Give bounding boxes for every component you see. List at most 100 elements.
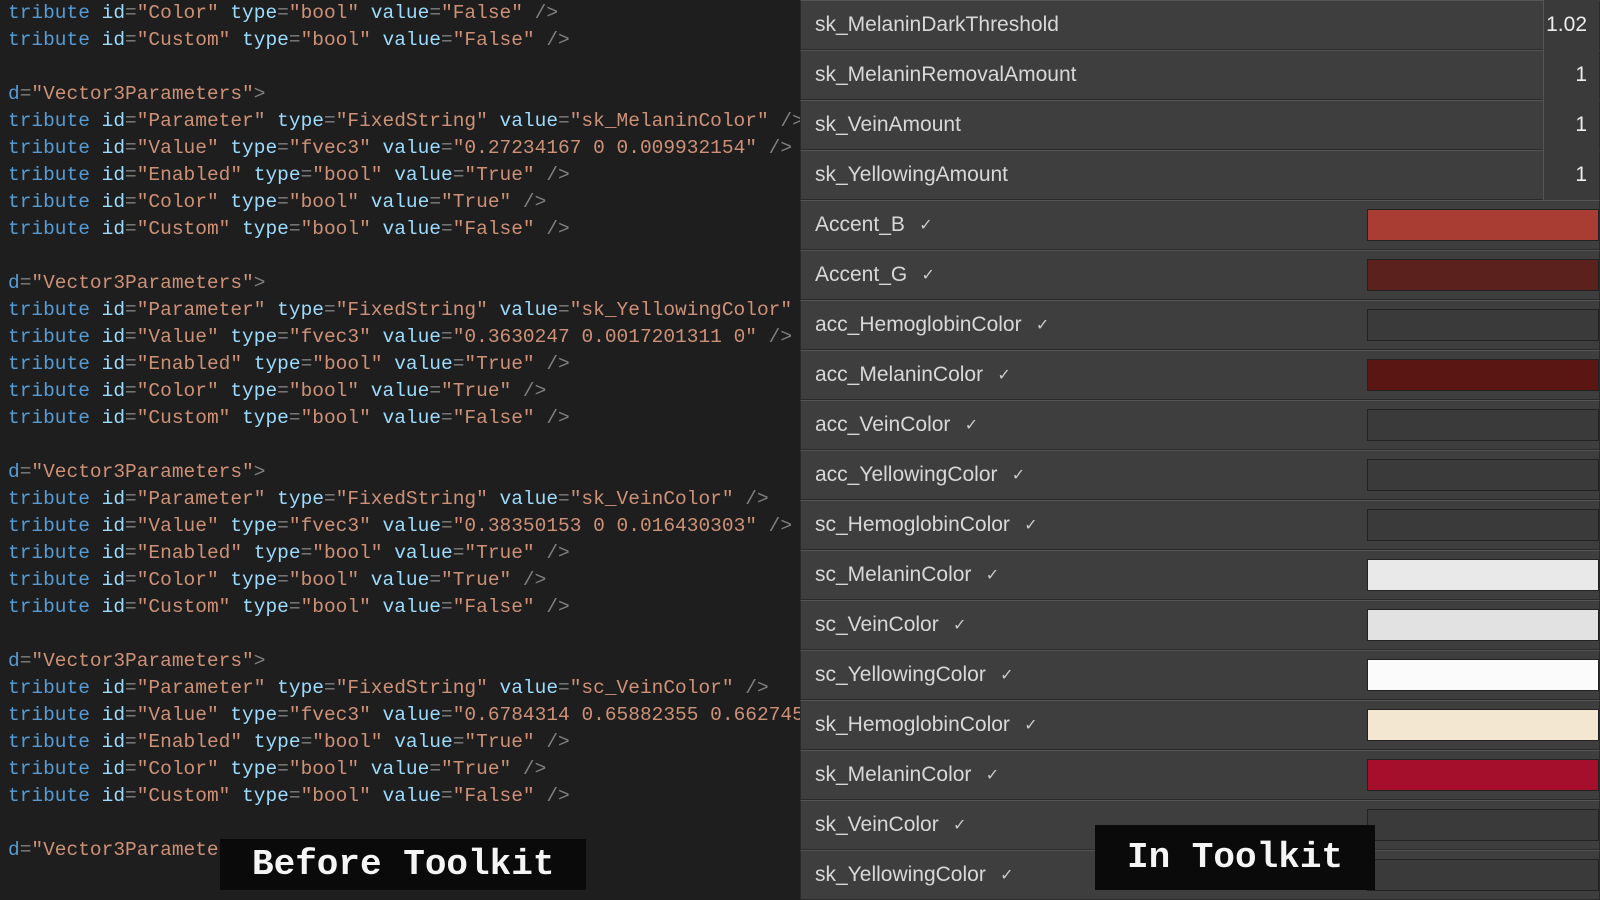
color-swatch[interactable] [1367, 859, 1599, 891]
code-line[interactable]: tribute id="Parameter" type="FixedString… [8, 675, 800, 702]
color-property-row[interactable]: sc_YellowingColor ✓ [800, 650, 1600, 700]
enabled-checkbox[interactable]: ✓ [983, 566, 1001, 584]
numeric-property-row[interactable]: sk_MelaninDarkThreshold 1.02 [800, 0, 1600, 50]
color-property-row[interactable]: sk_MelaninColor ✓ [800, 750, 1600, 800]
numeric-property-row[interactable]: sk_YellowingAmount 1 [800, 150, 1600, 200]
color-property-row[interactable]: sc_HemoglobinColor ✓ [800, 500, 1600, 550]
color-property-row[interactable]: acc_VeinColor ✓ [800, 400, 1600, 450]
color-swatch[interactable] [1367, 309, 1599, 341]
enabled-checkbox[interactable]: ✓ [1022, 716, 1040, 734]
code-line[interactable]: tribute id="Color" type="bool" value="Tr… [8, 756, 800, 783]
color-swatch[interactable] [1367, 209, 1599, 241]
code-line[interactable]: tribute id="Parameter" type="FixedString… [8, 108, 800, 135]
color-swatch[interactable] [1367, 459, 1599, 491]
code-line[interactable]: tribute id="Color" type="bool" value="Fa… [8, 0, 800, 27]
code-line[interactable] [8, 54, 800, 81]
color-property-row[interactable]: Accent_G ✓ [800, 250, 1600, 300]
color-property-row[interactable]: acc_YellowingColor ✓ [800, 450, 1600, 500]
property-label: acc_HemoglobinColor [815, 313, 1022, 337]
code-line[interactable]: tribute id="Enabled" type="bool" value="… [8, 162, 800, 189]
property-label: sk_YellowingAmount [815, 163, 1008, 187]
color-swatch[interactable] [1367, 659, 1599, 691]
code-line[interactable]: tribute id="Enabled" type="bool" value="… [8, 351, 800, 378]
code-line[interactable] [8, 243, 800, 270]
code-line[interactable]: d="Vector3Parameters"> [8, 81, 800, 108]
color-property-row[interactable]: Accent_B ✓ [800, 200, 1600, 250]
property-label: sc_VeinColor [815, 613, 939, 637]
property-label: sk_MelaninDarkThreshold [815, 13, 1059, 37]
code-line[interactable]: tribute id="Custom" type="bool" value="F… [8, 783, 800, 810]
numeric-property-row[interactable]: sk_VeinAmount 1 [800, 100, 1600, 150]
code-line[interactable]: d="Vector3Parameters"> [8, 270, 800, 297]
color-swatch[interactable] [1367, 359, 1599, 391]
property-label: sc_YellowingColor [815, 663, 986, 687]
enabled-checkbox[interactable]: ✓ [962, 416, 980, 434]
numeric-input[interactable]: 1 [1543, 100, 1599, 150]
enabled-checkbox[interactable]: ✓ [1022, 516, 1040, 534]
code-line[interactable]: tribute id="Value" type="fvec3" value="0… [8, 513, 800, 540]
color-property-row[interactable]: acc_MelaninColor ✓ [800, 350, 1600, 400]
property-label: sk_HemoglobinColor [815, 713, 1010, 737]
color-swatch[interactable] [1367, 409, 1599, 441]
code-line[interactable] [8, 432, 800, 459]
code-line[interactable]: tribute id="Value" type="fvec3" value="0… [8, 702, 800, 729]
code-line[interactable]: tribute id="Enabled" type="bool" value="… [8, 729, 800, 756]
enabled-checkbox[interactable]: ✓ [998, 866, 1016, 884]
property-label: sc_MelaninColor [815, 563, 971, 587]
enabled-checkbox[interactable]: ✓ [951, 816, 969, 834]
code-line[interactable]: tribute id="Value" type="fvec3" value="0… [8, 324, 800, 351]
color-property-row[interactable]: sc_VeinColor ✓ [800, 600, 1600, 650]
numeric-input[interactable]: 1.02 [1543, 0, 1599, 50]
color-property-row[interactable]: sk_HemoglobinColor ✓ [800, 700, 1600, 750]
property-label: sk_YellowingColor [815, 863, 986, 887]
code-line[interactable]: tribute id="Enabled" type="bool" value="… [8, 540, 800, 567]
color-swatch[interactable] [1367, 259, 1599, 291]
color-swatch[interactable] [1367, 709, 1599, 741]
property-label: sk_MelaninColor [815, 763, 971, 787]
code-line[interactable]: tribute id="Value" type="fvec3" value="0… [8, 135, 800, 162]
enabled-checkbox[interactable]: ✓ [919, 266, 937, 284]
toolkit-property-panel: sk_MelaninDarkThreshold 1.02sk_MelaninRem… [800, 0, 1600, 900]
enabled-checkbox[interactable]: ✓ [998, 666, 1016, 684]
code-line[interactable]: tribute id="Color" type="bool" value="Tr… [8, 189, 800, 216]
property-label: Accent_B [815, 213, 905, 237]
enabled-checkbox[interactable]: ✓ [983, 766, 1001, 784]
color-property-row[interactable]: acc_HemoglobinColor ✓ [800, 300, 1600, 350]
code-line[interactable]: tribute id="Custom" type="bool" value="F… [8, 216, 800, 243]
enabled-checkbox[interactable]: ✓ [951, 616, 969, 634]
numeric-input[interactable]: 1 [1543, 50, 1599, 100]
code-line[interactable]: tribute id="Color" type="bool" value="Tr… [8, 567, 800, 594]
color-swatch[interactable] [1367, 559, 1599, 591]
code-line[interactable]: tribute id="Custom" type="bool" value="F… [8, 405, 800, 432]
property-label: sk_VeinAmount [815, 113, 961, 137]
enabled-checkbox[interactable]: ✓ [1010, 466, 1028, 484]
numeric-property-row[interactable]: sk_MelaninRemovalAmount1 [800, 50, 1600, 100]
code-line[interactable]: tribute id="Custom" type="bool" value="F… [8, 594, 800, 621]
enabled-checkbox[interactable]: ✓ [1034, 316, 1052, 334]
property-label: Accent_G [815, 263, 907, 287]
enabled-checkbox[interactable]: ✓ [917, 216, 935, 234]
property-label: sk_VeinColor [815, 813, 939, 837]
property-label: acc_MelaninColor [815, 363, 983, 387]
enabled-checkbox[interactable]: ✓ [995, 366, 1013, 384]
color-swatch[interactable] [1367, 509, 1599, 541]
color-swatch[interactable] [1367, 759, 1599, 791]
code-line[interactable] [8, 810, 800, 837]
color-swatch[interactable] [1367, 809, 1599, 841]
caption-before: Before Toolkit [220, 839, 586, 890]
xml-code-editor[interactable]: tribute id="Color" type="bool" value="Fa… [0, 0, 800, 900]
color-property-row[interactable]: sc_MelaninColor ✓ [800, 550, 1600, 600]
caption-after: In Toolkit [1095, 825, 1375, 890]
numeric-input[interactable]: 1 [1543, 150, 1599, 200]
code-line[interactable]: tribute id="Custom" type="bool" value="F… [8, 27, 800, 54]
code-line[interactable]: tribute id="Parameter" type="FixedString… [8, 297, 800, 324]
code-line[interactable]: d="Vector3Parameters"> [8, 648, 800, 675]
code-line[interactable]: tribute id="Parameter" type="FixedString… [8, 486, 800, 513]
color-swatch[interactable] [1367, 609, 1599, 641]
code-line[interactable]: tribute id="Color" type="bool" value="Tr… [8, 378, 800, 405]
property-label: sc_HemoglobinColor [815, 513, 1010, 537]
property-label: acc_VeinColor [815, 413, 950, 437]
code-line[interactable]: d="Vector3Parameters"> [8, 459, 800, 486]
property-label: acc_YellowingColor [815, 463, 998, 487]
code-line[interactable] [8, 621, 800, 648]
